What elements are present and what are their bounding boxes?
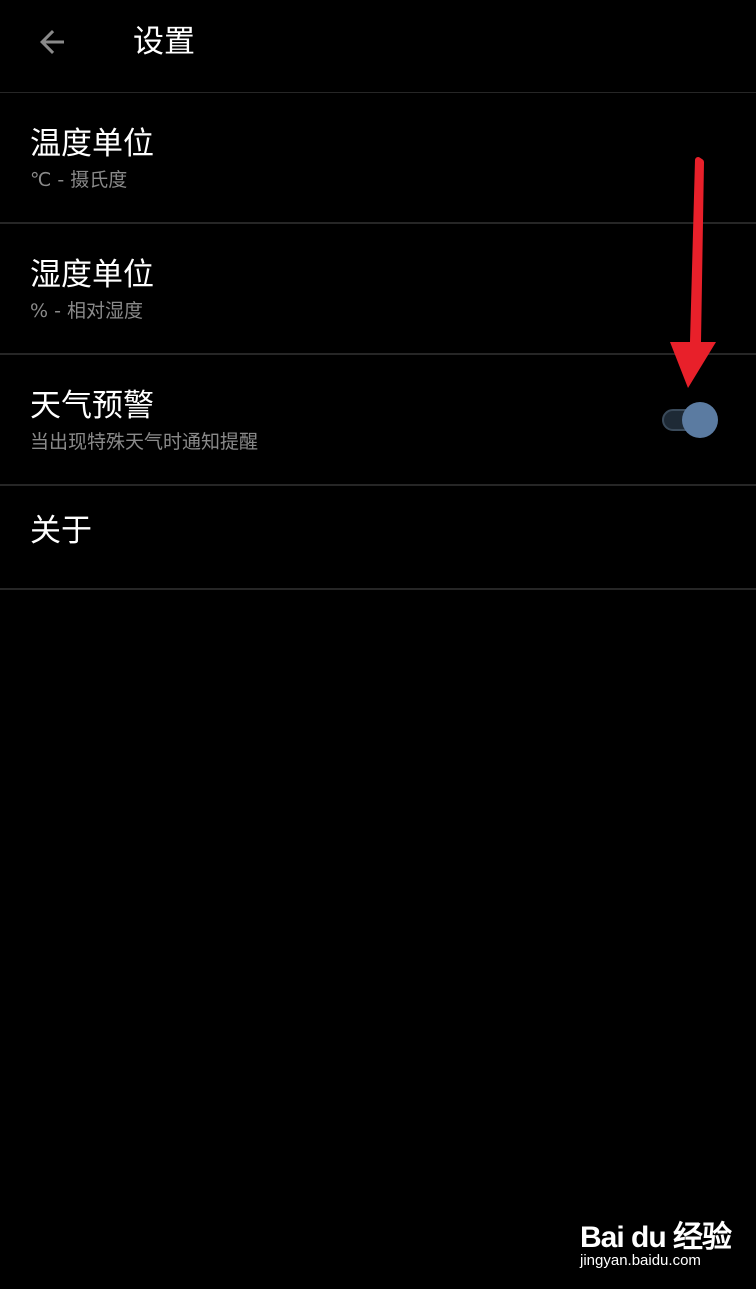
- setting-title: 温度单位: [30, 126, 154, 162]
- back-button[interactable]: [24, 18, 80, 66]
- setting-temperature-unit[interactable]: 温度单位 ℃ - 摄氏度: [0, 93, 756, 224]
- watermark-url: jingyan.baidu.com: [580, 1252, 701, 1269]
- setting-humidity-unit[interactable]: 湿度单位 % - 相对湿度: [0, 224, 756, 355]
- setting-title: 湿度单位: [30, 257, 154, 293]
- setting-about[interactable]: 关于: [0, 486, 756, 590]
- setting-summary: 当出现特殊天气时通知提醒: [30, 431, 259, 453]
- toggle-thumb: [682, 402, 718, 438]
- page-title: 设置: [133, 24, 195, 60]
- arrow-left-icon: [40, 30, 64, 54]
- app-bar: 设置: [0, 0, 756, 93]
- setting-summary: ℃ - 摄氏度: [30, 169, 128, 191]
- setting-title: 关于: [30, 513, 92, 549]
- baidu-jingyan-watermark: Bai du 经验 jingyan.baidu.com: [576, 1200, 732, 1280]
- setting-weather-alert[interactable]: 天气预警 当出现特殊天气时通知提醒: [0, 355, 756, 486]
- weather-alert-toggle[interactable]: [660, 401, 720, 439]
- setting-summary: % - 相对湿度: [30, 300, 143, 322]
- settings-list: 温度单位 ℃ - 摄氏度 湿度单位 % - 相对湿度 天气预警 当出现特殊天气时…: [0, 93, 756, 590]
- setting-title: 天气预警: [30, 388, 154, 424]
- watermark-logo: Bai du 经验: [580, 1221, 732, 1254]
